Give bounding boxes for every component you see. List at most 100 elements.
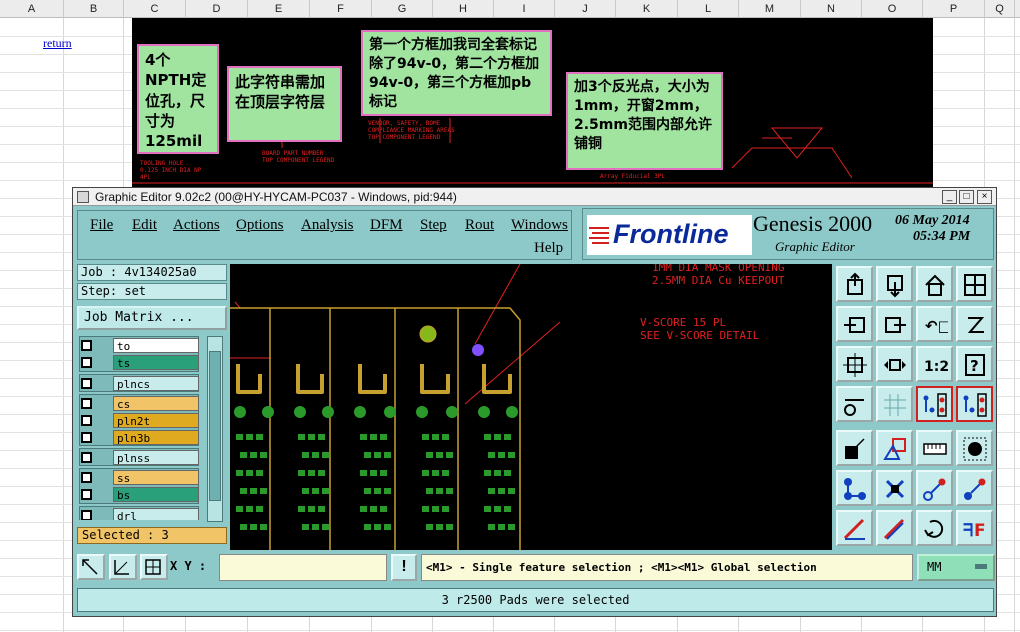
column-header-p[interactable]: P <box>923 0 985 18</box>
drawing-canvas[interactable]: 1MM DIA MASK OPENING 2.5MM DIA Cu KEEPOU… <box>230 264 832 550</box>
zoom-back-button[interactable] <box>77 554 105 580</box>
column-header-h[interactable]: H <box>433 0 494 18</box>
component-pad <box>508 488 515 494</box>
draw-button[interactable] <box>836 510 873 546</box>
layer-row-to[interactable]: to <box>79 338 199 353</box>
add-line-alt-button[interactable] <box>956 470 993 506</box>
execute-button[interactable]: ! <box>391 554 417 581</box>
column-header-l[interactable]: L <box>678 0 739 18</box>
column-header-f[interactable]: F <box>310 0 372 18</box>
component-pad <box>508 524 515 530</box>
layer-feature-alt-button[interactable] <box>956 386 993 422</box>
column-header-g[interactable]: G <box>372 0 433 18</box>
zoom-area-button[interactable] <box>876 346 913 382</box>
measure-button[interactable] <box>836 386 873 422</box>
snap-button[interactable] <box>876 430 913 466</box>
layer-checkbox[interactable] <box>81 340 92 351</box>
layer-name: ss <box>113 470 199 485</box>
layer-list-scrollbar[interactable] <box>207 336 223 522</box>
layer-row-ss[interactable]: ss <box>79 470 199 485</box>
connect-button[interactable] <box>836 470 873 506</box>
layer-feature-button[interactable] <box>916 386 953 422</box>
menu-dfm[interactable]: DFM <box>370 217 403 234</box>
column-header-d[interactable]: D <box>186 0 248 18</box>
layer-row-cs[interactable]: cs <box>79 396 199 411</box>
column-header-c[interactable]: C <box>124 0 186 18</box>
layer-checkbox[interactable] <box>81 357 92 368</box>
layer-checkbox[interactable] <box>81 432 92 443</box>
scroll-thumb[interactable] <box>209 351 221 501</box>
help-query-button[interactable]: ? <box>956 346 993 382</box>
column-header-j[interactable]: J <box>555 0 616 18</box>
column-header-q[interactable]: Q <box>985 0 1015 18</box>
layer-row-pln3b[interactable]: pln3b <box>79 430 199 445</box>
layer-checkbox[interactable] <box>81 415 92 426</box>
component-pad <box>446 452 453 458</box>
circle-pad-button[interactable] <box>956 430 993 466</box>
menu-edit[interactable]: Edit <box>132 217 157 234</box>
layer-checkbox[interactable] <box>81 489 92 500</box>
job-matrix-button[interactable]: Job Matrix ... <box>77 306 227 330</box>
zoom-1to2-button[interactable]: 1:2 <box>916 346 953 382</box>
move-up-button[interactable] <box>836 266 873 302</box>
column-header-i[interactable]: I <box>494 0 555 18</box>
layer-row-drl[interactable]: drl <box>79 508 199 520</box>
layer-row-ts[interactable]: ts <box>79 355 199 370</box>
menu-analysis[interactable]: Analysis <box>301 217 354 234</box>
ruler-button[interactable] <box>916 430 953 466</box>
move-right-button[interactable] <box>876 306 913 342</box>
column-header-k[interactable]: K <box>616 0 678 18</box>
menu-file[interactable]: File <box>90 217 113 234</box>
redo-button[interactable] <box>956 306 993 342</box>
component-pad <box>360 506 367 512</box>
layer-checkbox[interactable] <box>81 452 92 463</box>
layer-checkbox[interactable] <box>81 472 92 483</box>
move-left-button[interactable] <box>836 306 873 342</box>
column-header-n[interactable]: N <box>801 0 862 18</box>
menu-help[interactable]: Help <box>534 240 563 257</box>
grid-button[interactable] <box>876 386 913 422</box>
column-header-a[interactable]: A <box>0 0 64 18</box>
menu-rout[interactable]: Rout <box>465 217 494 234</box>
return-link[interactable]: return <box>43 36 72 51</box>
layer-row-plncs[interactable]: plncs <box>79 376 199 391</box>
column-header-m[interactable]: M <box>739 0 801 18</box>
zoom-fit-button[interactable] <box>836 346 873 382</box>
menu-actions[interactable]: Actions <box>173 217 220 234</box>
layer-checkbox[interactable] <box>81 510 92 520</box>
minimize-button[interactable]: _ <box>942 190 957 204</box>
layer-row-bs[interactable]: bs <box>79 487 199 502</box>
maximize-button[interactable]: □ <box>959 190 974 204</box>
rotate-button[interactable] <box>916 510 953 546</box>
xy-coordinate-input[interactable] <box>219 554 387 581</box>
column-header-e[interactable]: E <box>248 0 310 18</box>
window-split-button[interactable] <box>956 266 993 302</box>
column-header-b[interactable]: B <box>64 0 124 18</box>
menu-windows[interactable]: Windows <box>511 217 568 234</box>
layer-checkbox[interactable] <box>81 378 92 389</box>
component-pad <box>370 470 377 476</box>
array-fiducial-label: Array Fiducial 3PL <box>600 173 666 180</box>
menu-options[interactable]: Options <box>236 217 284 234</box>
column-header-o[interactable]: O <box>862 0 923 18</box>
add-line-button[interactable] <box>916 470 953 506</box>
undo-button[interactable]: ↶□ <box>916 306 953 342</box>
delete-button[interactable] <box>876 470 913 506</box>
component-pad <box>236 434 243 440</box>
layer-name: bs <box>113 487 199 502</box>
grid-snap-button[interactable] <box>140 554 168 580</box>
move-down-button[interactable] <box>876 266 913 302</box>
draw-alt-button[interactable] <box>876 510 913 546</box>
unit-selector[interactable]: MM <box>917 554 995 581</box>
component-pad <box>260 524 267 530</box>
layer-checkbox[interactable] <box>81 398 92 409</box>
measure-button[interactable] <box>109 554 137 580</box>
menu-step[interactable]: Step <box>420 217 447 234</box>
move-down-icon <box>887 275 903 298</box>
layer-row-pln2t[interactable]: pln2t <box>79 413 199 428</box>
layer-row-plnss[interactable]: plnss <box>79 450 199 465</box>
pad-select-button[interactable] <box>836 430 873 466</box>
close-button[interactable]: × <box>977 190 992 204</box>
mirror-button[interactable]: ᖷF <box>956 510 993 546</box>
home-button[interactable] <box>916 266 953 302</box>
